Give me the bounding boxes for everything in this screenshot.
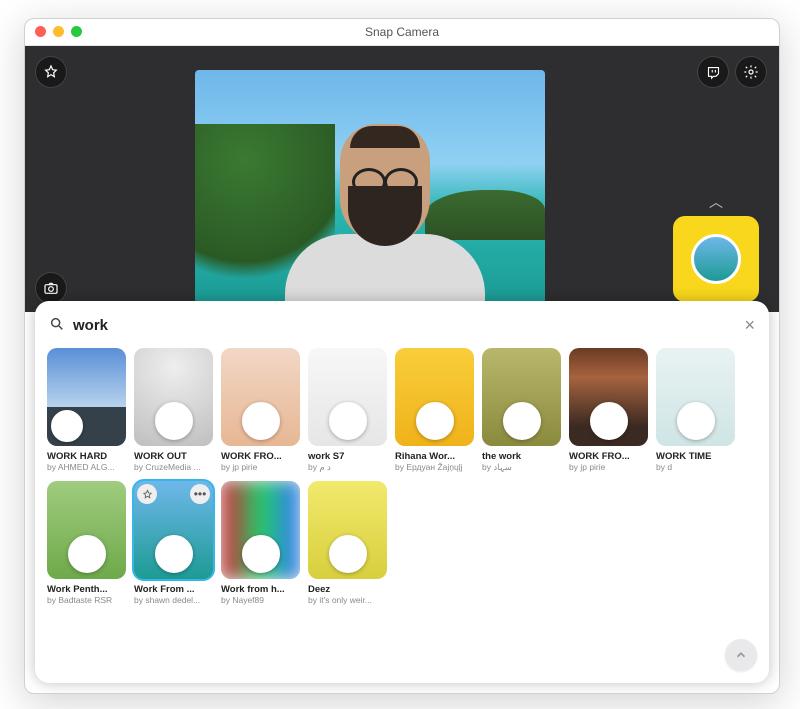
lens-thumbnail[interactable]: [482, 348, 561, 446]
favorites-button[interactable]: [35, 56, 67, 88]
chevron-up-icon: [734, 648, 748, 662]
lens-tile[interactable]: Rihana Wor...by Ердуан Žajņųļj: [395, 348, 474, 473]
lens-icon: [68, 535, 106, 573]
star-icon: [43, 64, 59, 80]
lens-tile[interactable]: ••• Work From ...by shawn dedel...: [134, 481, 213, 605]
lens-title: work S7: [308, 451, 387, 462]
twitch-icon: [706, 65, 721, 80]
twitch-button[interactable]: [697, 56, 729, 88]
lens-author: by Ердуан Žajņųļj: [395, 462, 474, 472]
search-icon: [49, 316, 65, 332]
lens-icon: [416, 402, 454, 440]
lens-icon: [155, 402, 193, 440]
lens-title: Rihana Wor...: [395, 451, 474, 462]
results-panel: × WORK HARDby AHMED ALG...WORK OUTby Cru…: [35, 301, 769, 683]
lens-thumbnail[interactable]: [221, 348, 300, 446]
lens-title: Deez: [308, 584, 387, 595]
camera-icon: [43, 280, 59, 296]
take-photo-button[interactable]: [35, 272, 67, 304]
lens-title: Work from h...: [221, 584, 300, 595]
more-button[interactable]: •••: [190, 484, 210, 504]
lens-tile[interactable]: WORK OUTby CruzeMedia ...: [134, 348, 213, 473]
lens-thumbnail[interactable]: [308, 481, 387, 579]
lens-icon: [329, 402, 367, 440]
gear-icon: [743, 64, 759, 80]
lens-author: by د م: [308, 462, 387, 473]
settings-button[interactable]: [735, 56, 767, 88]
lens-tile[interactable]: Work Penth...by Badtaste RSR: [47, 481, 126, 605]
lens-icon: [155, 535, 193, 573]
app-window: Snap Camera ︿ × WORK HA: [24, 18, 780, 694]
lens-thumbnail[interactable]: [47, 348, 126, 446]
lens-thumbnail[interactable]: •••: [134, 481, 213, 579]
camera-preview: [195, 70, 545, 304]
favorite-button[interactable]: [137, 484, 157, 504]
lens-author: by AHMED ALG...: [47, 462, 126, 472]
search-bar: ×: [47, 313, 757, 338]
lens-title: WORK OUT: [134, 451, 213, 462]
lens-icon: [242, 402, 280, 440]
lens-icon: [503, 402, 541, 440]
lens-icon: [51, 410, 83, 442]
close-window-button[interactable]: [35, 26, 46, 37]
lens-thumbnail[interactable]: [134, 348, 213, 446]
lens-icon: [590, 402, 628, 440]
lens-thumbnail[interactable]: [395, 348, 474, 446]
lens-tile[interactable]: WORK FRO...by jp pirie: [221, 348, 300, 473]
lens-title: Work Penth...: [47, 584, 126, 595]
lens-author: by jp pirie: [221, 462, 300, 472]
lens-icon: [677, 402, 715, 440]
lens-author: by d: [656, 462, 735, 472]
lens-author: by Badtaste RSR: [47, 595, 126, 605]
camera-area: ︿: [25, 46, 779, 312]
person-figure: [285, 114, 485, 304]
lens-thumbnail[interactable]: [569, 348, 648, 446]
lens-title: WORK FRO...: [569, 451, 648, 462]
snapcode[interactable]: [673, 216, 759, 302]
lens-tile[interactable]: work S7by د م: [308, 348, 387, 473]
lens-tile[interactable]: the workby سہاد: [482, 348, 561, 473]
lens-author: by shawn dedel...: [134, 595, 213, 605]
window-title: Snap Camera: [365, 25, 439, 39]
star-icon: [142, 489, 153, 500]
lens-thumbnail[interactable]: [47, 481, 126, 579]
lens-author: by jp pirie: [569, 462, 648, 472]
lens-tile[interactable]: Work from h...by Nayef89: [221, 481, 300, 605]
lens-title: WORK FRO...: [221, 451, 300, 462]
results-grid: WORK HARDby AHMED ALG...WORK OUTby Cruze…: [47, 348, 757, 605]
lens-title: WORK TIME: [656, 451, 735, 462]
lens-title: Work From ...: [134, 584, 213, 595]
clear-search-button[interactable]: ×: [744, 315, 755, 336]
lens-title: WORK HARD: [47, 451, 126, 462]
lens-thumbnail[interactable]: [308, 348, 387, 446]
lens-tile[interactable]: Deezby it's only weir...: [308, 481, 387, 605]
lens-author: by Nayef89: [221, 595, 300, 605]
lens-icon: [329, 535, 367, 573]
lens-icon: [242, 535, 280, 573]
minimize-window-button[interactable]: [53, 26, 64, 37]
lens-author: by it's only weir...: [308, 595, 387, 605]
window-controls: [35, 26, 82, 37]
lens-author: by سہاد: [482, 462, 561, 473]
lens-tile[interactable]: WORK FRO...by jp pirie: [569, 348, 648, 473]
zoom-window-button[interactable]: [71, 26, 82, 37]
lens-tile[interactable]: WORK TIMEby d: [656, 348, 735, 473]
lens-thumbnail[interactable]: [656, 348, 735, 446]
lens-author: by CruzeMedia ...: [134, 462, 213, 472]
search-input[interactable]: [47, 313, 757, 338]
lens-thumbnail[interactable]: [221, 481, 300, 579]
lens-title: the work: [482, 451, 561, 462]
scroll-top-button[interactable]: [725, 639, 757, 671]
title-bar: Snap Camera: [25, 19, 779, 46]
chevron-up-icon[interactable]: ︿: [709, 192, 723, 212]
lens-tile[interactable]: WORK HARDby AHMED ALG...: [47, 348, 126, 473]
